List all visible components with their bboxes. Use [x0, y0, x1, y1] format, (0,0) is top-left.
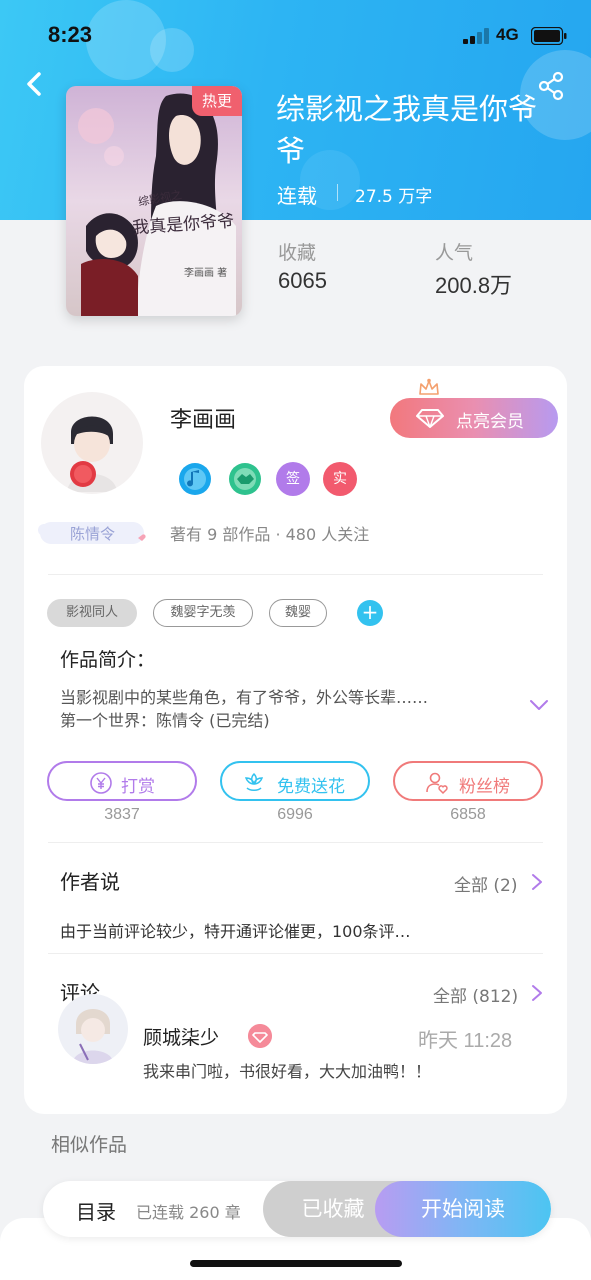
diamond-icon — [416, 409, 444, 428]
book-cover[interactable]: 综影视之 我真是你爷爷 李画画 著 热更 — [66, 86, 242, 316]
role-badge-label: 陈情令 — [70, 525, 116, 543]
author-says-text[interactable]: 由于当前评论较少，特开通评论催更，100条评… — [60, 918, 411, 942]
author-avatar[interactable] — [41, 392, 143, 494]
fan-user-icon — [426, 772, 448, 795]
book-title: 综影视之我真是你爷爷 — [276, 92, 538, 168]
start-reading-button[interactable]: 开始阅读 — [375, 1181, 551, 1237]
similar-works-title: 相似作品 — [51, 1134, 128, 1156]
word-count: 27.5 万字 — [355, 187, 433, 207]
avatar-illustration — [67, 416, 117, 492]
expand-chevron-icon[interactable] — [528, 697, 550, 713]
signal-icon — [463, 28, 489, 44]
role-badge: 陈情令 — [34, 518, 150, 548]
network-type: 4G — [496, 25, 519, 44]
vip-button-label: 点亮会员 — [456, 412, 524, 432]
send-flower-label: 免费送花 — [277, 777, 345, 797]
author-name[interactable]: 李画画 — [170, 402, 236, 434]
serial-status: 连载 — [277, 184, 317, 208]
section-divider — [48, 574, 543, 575]
hot-update-badge: 热更 — [192, 86, 242, 116]
commenter-name[interactable]: 顾城柒少 — [143, 1023, 219, 1050]
intro-title: 作品简介： — [60, 649, 156, 671]
fan-ranking-label: 粉丝榜 — [459, 777, 510, 797]
popularity-label: 人气 — [435, 242, 474, 264]
author-summary: 著有 9 部作品 · 480 人关注 — [170, 525, 370, 544]
author-says-title: 作者说 — [60, 870, 120, 894]
comment-time: 昨天 11:28 — [418, 1030, 513, 1052]
vip-button[interactable]: 点亮会员 — [390, 378, 558, 438]
status-time: 8:23 — [48, 22, 93, 47]
cover-author: 李画画 著 — [184, 268, 228, 279]
fan-ranking-button[interactable]: 粉丝榜 — [393, 761, 543, 801]
commenter-avatar[interactable] — [58, 994, 128, 1064]
chevron-right-icon[interactable] — [531, 873, 543, 891]
divider — [337, 184, 338, 201]
note-medal-icon[interactable] — [178, 462, 212, 496]
yen-coin-icon — [90, 772, 112, 794]
tip-button[interactable]: 打赏 — [47, 761, 197, 801]
verified-author-badge[interactable]: 实 — [323, 462, 357, 496]
favorites-value: 6065 — [278, 268, 327, 293]
intro-line-1: 当影视剧中的某些角色，有了爷爷，外公等长辈…… — [60, 688, 429, 707]
status-bar: 8:23 4G — [0, 22, 591, 52]
toc-button[interactable]: 目录 — [76, 1196, 116, 1225]
add-tag-button[interactable]: + — [357, 600, 383, 626]
battery-icon — [531, 27, 567, 45]
signed-author-badge[interactable]: 签 — [276, 462, 310, 496]
chevron-right-icon[interactable] — [531, 984, 543, 1002]
commenter-avatar-illustration — [72, 1009, 114, 1064]
vip-diamond-badge-icon — [248, 1024, 272, 1048]
home-indicator — [190, 1260, 402, 1267]
author-says-more-link[interactable]: 全部 (2) — [454, 871, 517, 896]
favorites-label: 收藏 — [278, 242, 317, 264]
tag-film-fanfic[interactable]: 影视同人 — [47, 599, 137, 627]
tip-count: 3837 — [104, 806, 140, 823]
comment-text[interactable]: 我来串门啦，书很好看，大大加油鸭！！ — [143, 1058, 431, 1082]
intro-line-2: 第一个世界：陈情令 (已完结) — [60, 711, 270, 730]
back-icon[interactable] — [20, 66, 50, 102]
comments-more-link[interactable]: 全部 (812) — [433, 982, 518, 1007]
bottom-action-bar: 目录 已连载 260 章 已收藏 开始阅读 — [43, 1181, 551, 1237]
fan-count: 6858 — [450, 806, 486, 823]
popularity-value: 200.8万 — [435, 273, 513, 298]
handshake-medal-icon[interactable] — [228, 462, 262, 496]
send-flower-button[interactable]: 免费送花 — [220, 761, 370, 801]
crown-icon — [419, 378, 439, 395]
section-divider — [48, 953, 543, 954]
tag-wei-ying-courtesy[interactable]: 魏婴字无羡 — [153, 599, 253, 627]
tag-wei-ying[interactable]: 魏婴 — [269, 599, 327, 627]
section-divider — [48, 842, 543, 843]
flower-count: 6996 — [277, 806, 313, 823]
flower-icon — [244, 772, 264, 791]
tip-label: 打赏 — [121, 777, 155, 797]
chapter-count: 已连载 260 章 — [136, 1203, 241, 1222]
